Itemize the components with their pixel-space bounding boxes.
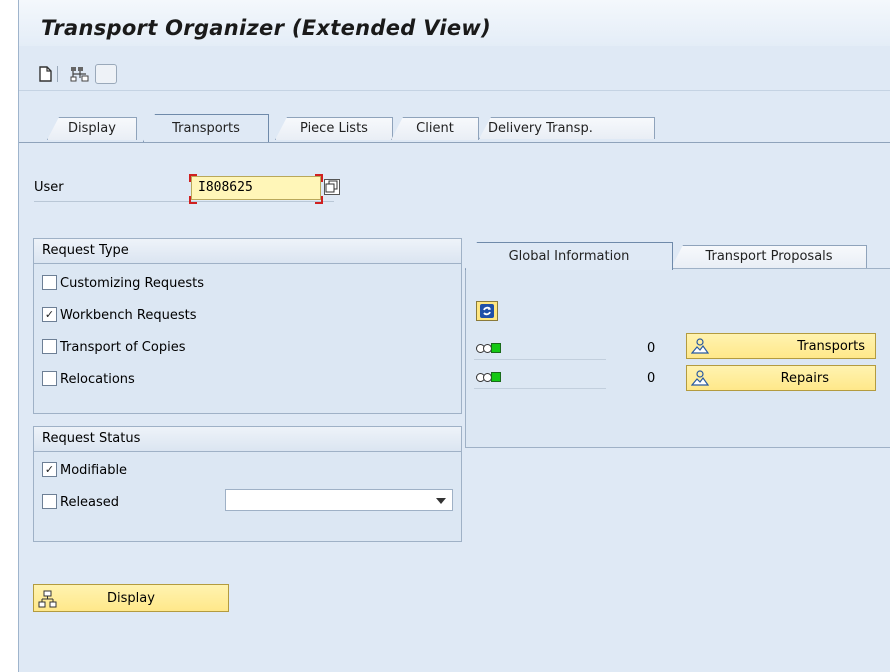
checkbox-box[interactable] bbox=[42, 371, 57, 386]
tab-display[interactable]: Display bbox=[47, 117, 137, 140]
released-checkbox[interactable]: Released bbox=[42, 493, 119, 513]
status-row-transports bbox=[474, 339, 606, 360]
checkbox-box[interactable] bbox=[42, 494, 57, 509]
checkbox-label: Customizing Requests bbox=[60, 276, 205, 291]
modifiable-checkbox[interactable]: ✓ Modifiable bbox=[42, 461, 127, 481]
info-tab-strip: Global Information Transport Proposals bbox=[465, 240, 890, 270]
new-document-icon[interactable] bbox=[35, 64, 55, 84]
checkbox-label: Modifiable bbox=[60, 463, 128, 478]
transport-organizer-window: Transport Organizer (Extended View) Disp… bbox=[18, 0, 890, 672]
repairs-button-label: Repairs bbox=[780, 371, 829, 386]
hierarchy-icon[interactable] bbox=[69, 64, 89, 84]
transports-count: 0 bbox=[647, 341, 656, 356]
transports-button-label: Transports bbox=[797, 339, 865, 354]
request-status-group: Request Status ✓ Modifiable Released bbox=[33, 426, 462, 542]
focus-marker bbox=[189, 196, 197, 204]
focus-marker bbox=[315, 174, 323, 182]
user-input[interactable]: I808625 bbox=[191, 176, 321, 200]
checkbox-box[interactable]: ✓ bbox=[42, 462, 57, 477]
transport-of-copies-checkbox[interactable]: Transport of Copies bbox=[42, 338, 185, 358]
relocations-checkbox[interactable]: Relocations bbox=[42, 370, 135, 390]
tab-client[interactable]: Client bbox=[391, 117, 479, 140]
multiple-selection-icon[interactable] bbox=[324, 179, 340, 195]
repairs-button[interactable]: Repairs bbox=[686, 365, 876, 391]
chevron-down-icon[interactable] bbox=[436, 498, 446, 504]
tab-transport-proposals[interactable]: Transport Proposals bbox=[671, 245, 867, 268]
checkbox-label: Released bbox=[60, 495, 120, 510]
application-toolbar bbox=[19, 56, 890, 91]
status-light-green-icon bbox=[491, 372, 501, 382]
transports-button[interactable]: Transports bbox=[686, 333, 876, 359]
checkbox-box[interactable]: ✓ bbox=[42, 307, 57, 322]
workbench-requests-checkbox[interactable]: ✓ Workbench Requests bbox=[42, 306, 197, 326]
checkbox-label: Transport of Copies bbox=[60, 340, 186, 355]
repairs-count: 0 bbox=[647, 371, 656, 386]
main-tab-strip: Display Transports Piece Lists Client De… bbox=[39, 112, 890, 142]
checkbox-label: Relocations bbox=[60, 372, 135, 387]
user-label: User bbox=[34, 180, 64, 195]
request-type-title: Request Type bbox=[34, 239, 461, 264]
refresh-button[interactable] bbox=[476, 301, 498, 321]
released-date-dropdown[interactable] bbox=[225, 489, 453, 511]
blank-button[interactable] bbox=[95, 64, 117, 84]
tab-strip-border bbox=[19, 142, 890, 143]
request-status-title: Request Status bbox=[34, 427, 461, 452]
checkbox-box[interactable] bbox=[42, 275, 57, 290]
user-field-underline bbox=[34, 201, 334, 202]
focus-marker bbox=[189, 174, 197, 182]
status-row-repairs bbox=[474, 368, 606, 389]
focus-marker bbox=[315, 196, 323, 204]
display-button-label: Display bbox=[107, 591, 155, 606]
toolbar-separator bbox=[57, 66, 58, 82]
status-light-green-icon bbox=[491, 343, 501, 353]
display-button[interactable]: Display bbox=[33, 584, 229, 612]
tab-delivery-transp[interactable]: Delivery Transp. bbox=[479, 117, 655, 139]
global-information-panel: 0 Transports 0 Repairs bbox=[465, 268, 890, 448]
customizing-requests-checkbox[interactable]: Customizing Requests bbox=[42, 274, 204, 294]
request-type-group: Request Type Customizing Requests ✓ Workb… bbox=[33, 238, 462, 414]
tab-piece-lists[interactable]: Piece Lists bbox=[275, 117, 393, 140]
tab-transports[interactable]: Transports bbox=[143, 114, 269, 142]
tab-global-information[interactable]: Global Information bbox=[465, 242, 673, 270]
window-title: Transport Organizer (Extended View) bbox=[41, 16, 492, 40]
checkbox-label: Workbench Requests bbox=[60, 308, 197, 323]
title-bar: Transport Organizer (Extended View) bbox=[19, 0, 890, 46]
checkbox-box[interactable] bbox=[42, 339, 57, 354]
